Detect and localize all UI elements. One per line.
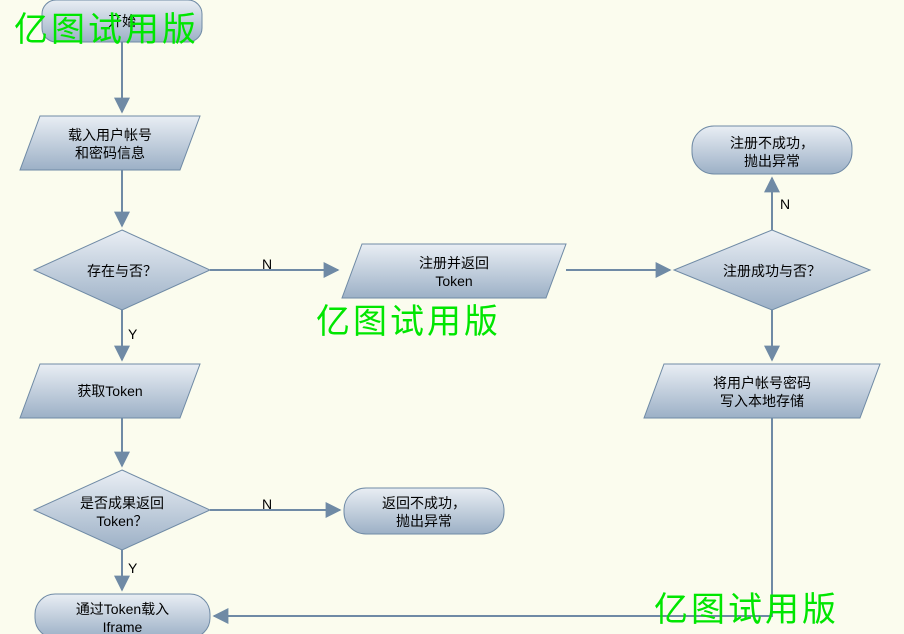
- flowchart-svg: [0, 0, 904, 634]
- edge-label-exists-y: Y: [128, 326, 137, 342]
- node-iframe: [35, 594, 210, 634]
- node-register: [342, 244, 566, 298]
- node-reg-success: [674, 230, 870, 310]
- flowchart-canvas: 亿图试用版 亿图试用版 亿图试用版: [0, 0, 904, 634]
- node-reg-fail: [692, 126, 852, 174]
- node-save: [644, 364, 880, 418]
- node-exists: [34, 230, 210, 310]
- edge-label-tokenok-y: Y: [128, 560, 137, 576]
- node-get-token: [20, 364, 200, 418]
- edge-label-regsuccess-n: N: [780, 196, 790, 212]
- edge-label-tokenok-n: N: [262, 496, 272, 512]
- edge-label-exists-n: N: [262, 256, 272, 272]
- node-load-user: [20, 116, 200, 170]
- node-return-fail: [344, 488, 504, 534]
- node-start: [42, 0, 202, 42]
- node-token-ok: [34, 470, 210, 550]
